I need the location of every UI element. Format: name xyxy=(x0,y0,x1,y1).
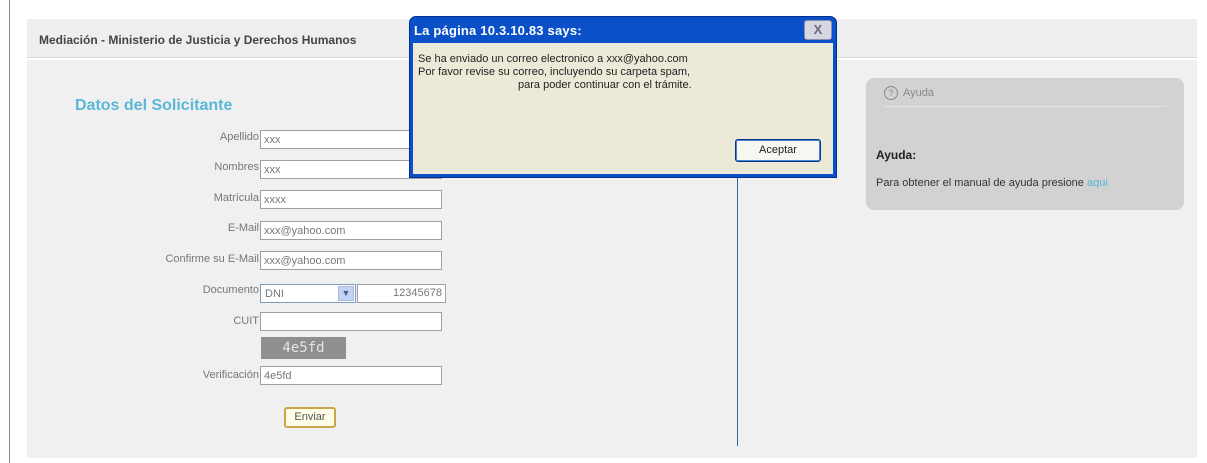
captcha-image: 4e5fd xyxy=(261,337,346,359)
dialog-body: Se ha enviado un correo electronico a xx… xyxy=(413,43,833,174)
page-title: Mediación - Ministerio de Justicia y Der… xyxy=(39,33,357,47)
help-panel-separator xyxy=(884,106,1166,107)
cuit-input[interactable] xyxy=(260,312,442,331)
documento-type-select[interactable]: DNI ▼ xyxy=(260,284,356,303)
dialog-message-line-3: para poder continuar con el trámite. xyxy=(518,79,692,91)
email-confirm-label: Confirme su E-Mail xyxy=(165,253,259,265)
dialog-message: Se ha enviado un correo electronico a xx… xyxy=(418,53,692,92)
window-left-border xyxy=(9,0,10,463)
alert-dialog: La página 10.3.10.83 says: X Se ha envia… xyxy=(409,16,837,178)
email-input[interactable]: xxx@yahoo.com xyxy=(260,221,442,240)
help-text-label: Para obtener el manual de ayuda presione xyxy=(876,177,1084,189)
help-question-icon: ? xyxy=(884,86,898,100)
help-panel: ? Ayuda Ayuda: Para obtener el manual de … xyxy=(866,78,1184,210)
cuit-label: CUIT xyxy=(233,315,259,327)
help-title: Ayuda: xyxy=(876,148,917,162)
apellido-label: Apellido xyxy=(219,131,259,143)
nombres-label: Nombres xyxy=(214,161,259,173)
email-confirm-input[interactable]: xxx@yahoo.com xyxy=(260,251,442,270)
documento-number-input[interactable]: 12345678 xyxy=(357,284,446,303)
form-section-title: Datos del Solicitante xyxy=(75,97,233,114)
documento-type-value: DNI xyxy=(265,288,284,300)
documento-label: Documento xyxy=(202,284,259,296)
email-label: E-Mail xyxy=(227,222,259,234)
chevron-down-icon[interactable]: ▼ xyxy=(338,286,354,301)
matricula-label: Matrícula xyxy=(213,192,259,204)
help-panel-header-label: Ayuda xyxy=(903,87,934,99)
help-panel-header: ? Ayuda xyxy=(884,86,934,100)
dialog-title: La página 10.3.10.83 says: xyxy=(414,23,582,38)
close-icon[interactable]: X xyxy=(804,20,832,40)
dialog-message-line-2: Por favor revise su correo, incluyendo s… xyxy=(418,66,691,78)
dialog-message-line-1: Se ha enviado un correo electronico a xx… xyxy=(418,53,688,65)
enviar-button[interactable]: Enviar xyxy=(284,407,336,428)
verificacion-label: Verificación xyxy=(202,369,259,381)
verificacion-input[interactable]: 4e5fd xyxy=(260,366,442,385)
help-text: Para obtener el manual de ayuda presione… xyxy=(876,177,1108,189)
help-manual-link[interactable]: aqui xyxy=(1087,177,1108,189)
column-divider xyxy=(737,170,738,446)
matricula-input[interactable]: xxxx xyxy=(260,190,442,209)
aceptar-button[interactable]: Aceptar xyxy=(735,139,821,162)
